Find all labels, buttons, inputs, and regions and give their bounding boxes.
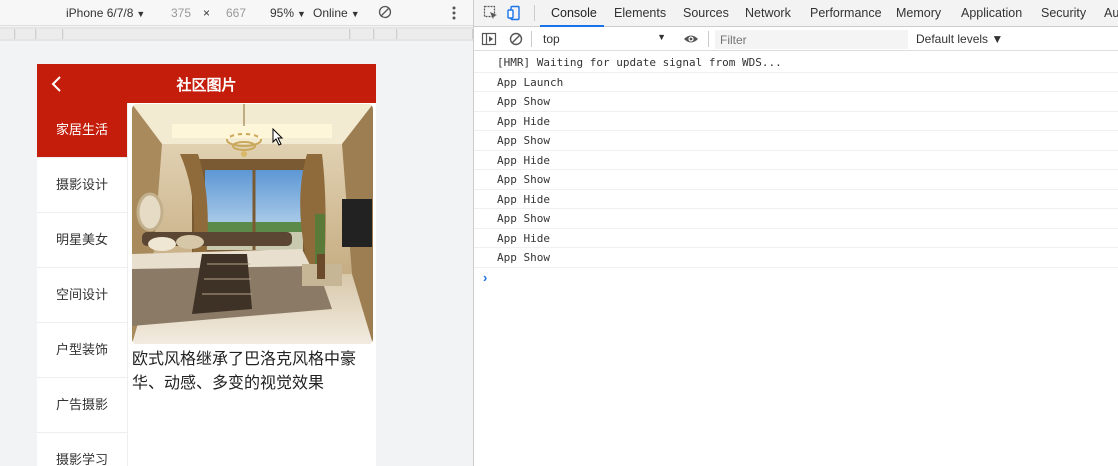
dropdown-caret-icon: ▼	[136, 9, 146, 19]
console-message: [HMR] Waiting for update signal from WDS…	[474, 53, 1118, 73]
log-levels-select[interactable]: Default levels ▼	[916, 32, 1003, 46]
bedroom-photo[interactable]	[132, 104, 373, 344]
network-value: Online	[313, 6, 348, 20]
console-message: App Show	[474, 248, 1118, 268]
category-item[interactable]: 家居生活	[37, 103, 127, 158]
more-options-icon[interactable]	[452, 6, 456, 20]
zoom-value: 95%	[270, 6, 295, 20]
console-message: App Show	[474, 170, 1118, 190]
tab-elements[interactable]: Elements	[614, 6, 666, 20]
tab-sources[interactable]: Sources	[683, 6, 729, 20]
console-message: App Show	[474, 131, 1118, 151]
dropdown-caret-icon: ▼	[350, 9, 360, 19]
console-message: App Show	[474, 209, 1118, 229]
dropdown-caret-icon: ▼	[297, 9, 306, 19]
category-item[interactable]: 明星美女	[37, 213, 127, 268]
device-emulation-pane: iPhone 6/7/8 ▼ 375 × 667 95% ▼ Online ▼ 社区图…	[0, 0, 473, 466]
device-height-input[interactable]: 667	[226, 6, 246, 20]
category-item[interactable]: 摄影设计	[37, 158, 127, 213]
clear-console-icon[interactable]	[508, 31, 524, 47]
console-message: App Hide	[474, 112, 1118, 131]
dimension-times: ×	[203, 6, 211, 20]
device-toggle-icon[interactable]	[507, 5, 523, 21]
active-tab-indicator	[540, 25, 604, 27]
mouse-cursor-icon	[272, 128, 284, 146]
device-name: iPhone 6/7/8	[66, 6, 134, 20]
category-item[interactable]: 户型装饰	[37, 323, 127, 378]
zoom-select[interactable]: 95% ▼	[270, 6, 306, 20]
console-message: App Hide	[474, 190, 1118, 209]
tab-console[interactable]: Console	[551, 6, 597, 20]
tab-network[interactable]: Network	[745, 6, 791, 20]
device-toolbar: iPhone 6/7/8 ▼ 375 × 667 95% ▼ Online ▼	[0, 0, 473, 26]
sidebar-toggle-icon[interactable]	[481, 31, 497, 47]
media-query-ruler[interactable]	[0, 27, 473, 41]
page-title: 社区图片	[176, 76, 237, 94]
tab-application[interactable]: Application	[961, 6, 1022, 20]
context-value: top	[543, 32, 560, 46]
image-caption: 欧式风格继承了巴洛克风格中豪华、动感、多变的视觉效果	[132, 349, 357, 392]
app-header: 社区图片	[37, 64, 376, 103]
console-prompt[interactable]: ›	[474, 268, 1118, 288]
console-message: App Show	[474, 92, 1118, 112]
tab-performance[interactable]: Performance	[810, 6, 882, 20]
console-message: App Hide	[474, 151, 1118, 170]
devtools-panel: Console Elements Sources Network Perform…	[473, 0, 1118, 466]
context-select[interactable]: top ▼	[538, 30, 668, 48]
category-item[interactable]: 摄影学习	[37, 433, 127, 466]
phone-viewport: 社区图片 家居生活 摄影设计 明星美女 空间设计 户型装饰 广告摄影 摄影学习	[37, 64, 376, 466]
category-item[interactable]: 广告摄影	[37, 378, 127, 433]
console-message: App Launch	[474, 73, 1118, 92]
console-message: App Hide	[474, 229, 1118, 248]
console-toolbar: top ▼ Default levels ▼	[474, 28, 1118, 51]
live-expression-eye-icon[interactable]	[683, 31, 699, 47]
tab-audits[interactable]: Au	[1104, 6, 1118, 20]
tab-security[interactable]: Security	[1041, 6, 1086, 20]
inspect-element-icon[interactable]	[483, 5, 499, 21]
console-log: [HMR] Waiting for update signal from WDS…	[474, 53, 1118, 288]
rotate-disable-icon[interactable]	[378, 5, 392, 19]
devtools-tab-bar: Console Elements Sources Network Perform…	[474, 0, 1118, 27]
device-select[interactable]: iPhone 6/7/8 ▼	[66, 6, 145, 20]
tab-memory[interactable]: Memory	[896, 6, 941, 20]
console-filter-input[interactable]	[715, 30, 908, 49]
category-sidebar: 家居生活 摄影设计 明星美女 空间设计 户型装饰 广告摄影 摄影学习	[37, 103, 128, 466]
device-width-input[interactable]: 375	[171, 6, 191, 20]
content-area: 欧式风格继承了巴洛克风格中豪华、动感、多变的视觉效果	[132, 104, 373, 395]
network-throttle-select[interactable]: Online ▼	[313, 6, 360, 20]
category-item[interactable]: 空间设计	[37, 268, 127, 323]
dropdown-caret-icon: ▼	[657, 32, 666, 42]
